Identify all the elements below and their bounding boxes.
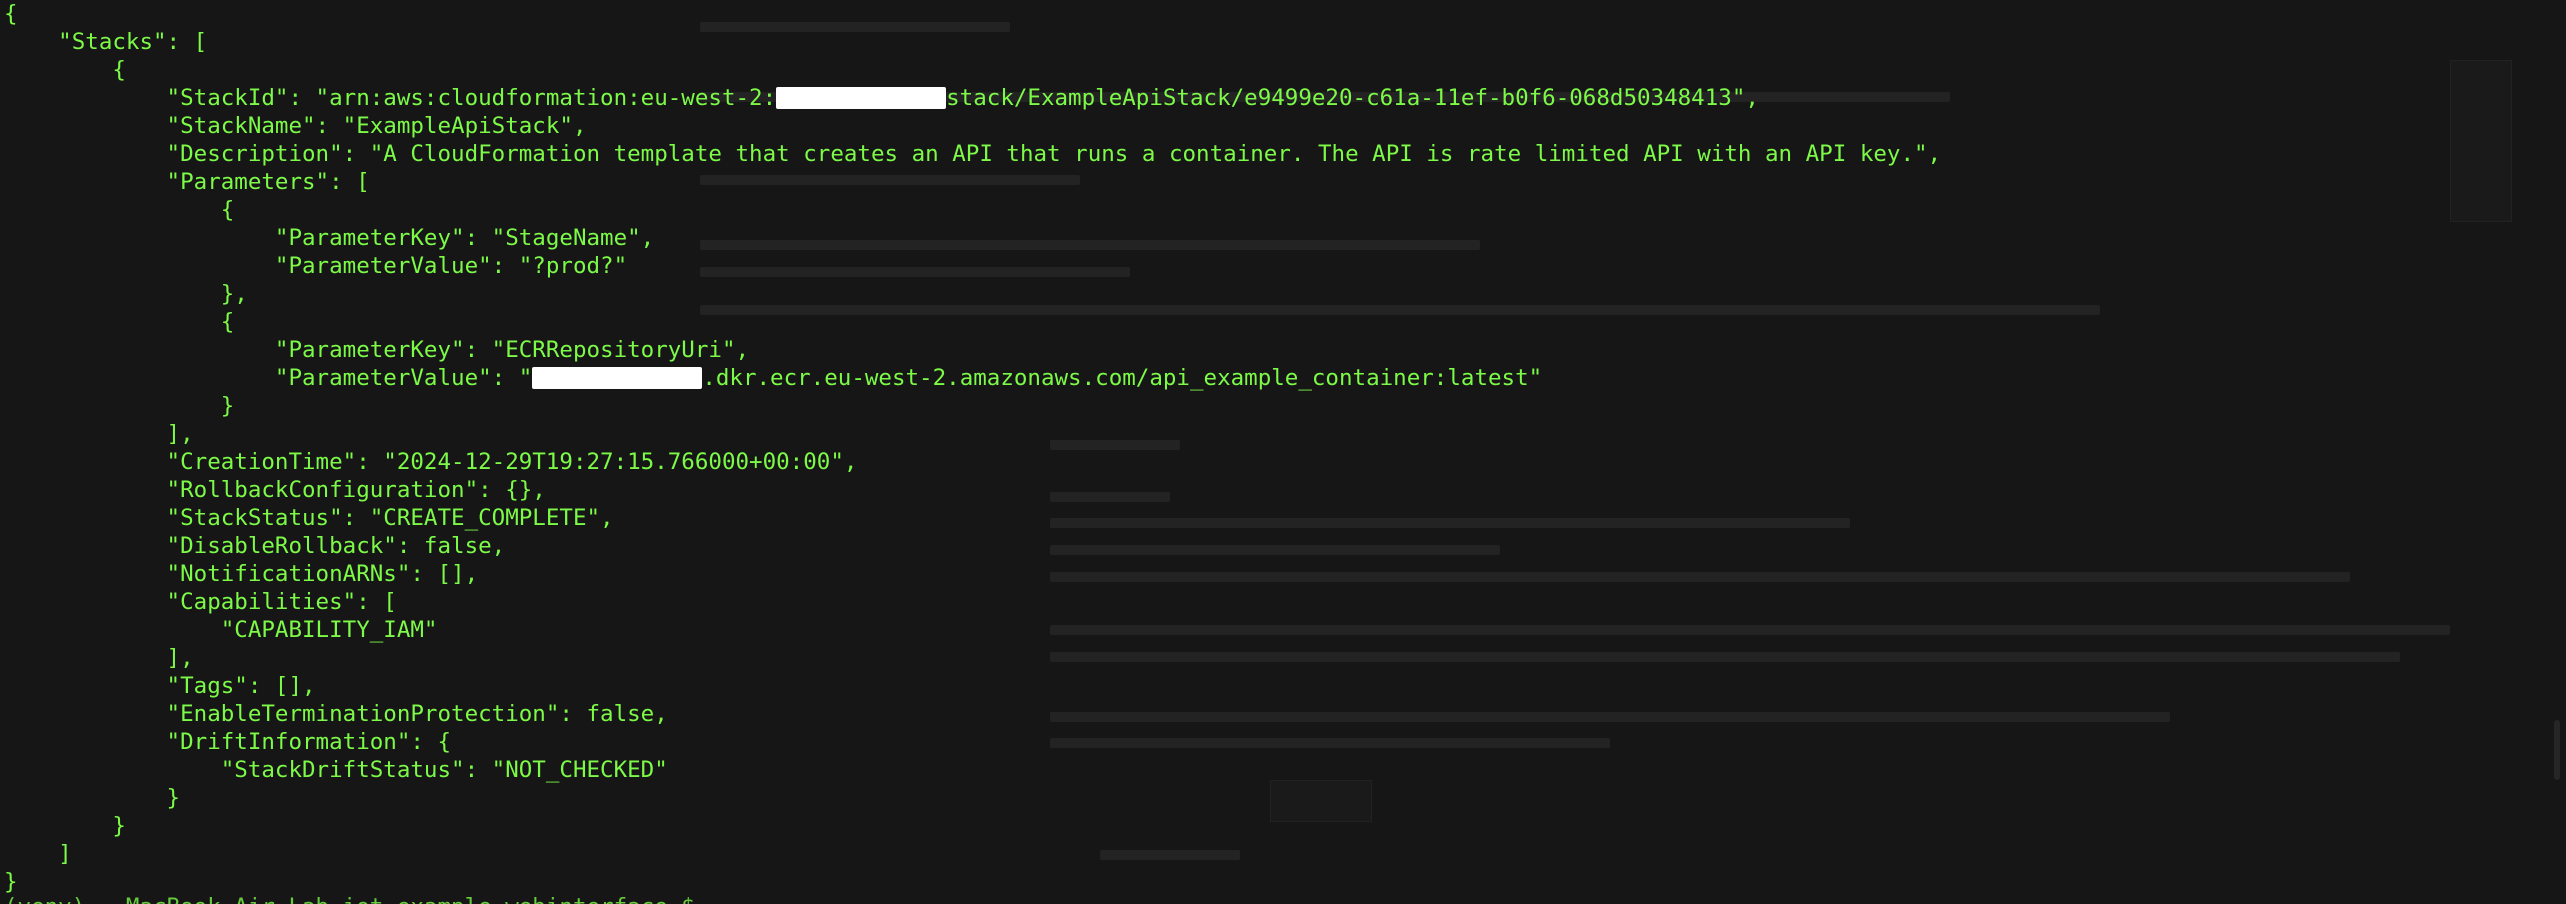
terminal-line: } xyxy=(4,868,1941,896)
terminal-line: "RollbackConfiguration": {}, xyxy=(4,476,1941,504)
terminal-line: "Tags": [], xyxy=(4,672,1941,700)
line-text: "ParameterKey": "StageName", xyxy=(4,225,655,251)
terminal-output: { "Stacks": [ { "StackId": "arn:aws:clou… xyxy=(4,0,1941,896)
line-text-after-redaction: .dkr.ecr.eu-west-2.amazonaws.com/api_exa… xyxy=(702,365,1543,391)
line-text: "Stacks": [ xyxy=(4,29,208,55)
terminal-line: "ParameterKey": "StageName", xyxy=(4,224,1941,252)
terminal-line: "ParameterKey": "ECRRepositoryUri", xyxy=(4,336,1941,364)
terminal-line: "DisableRollback": false, xyxy=(4,532,1941,560)
terminal-line: "NotificationARNs": [], xyxy=(4,560,1941,588)
terminal-line: } xyxy=(4,392,1941,420)
line-text: "RollbackConfiguration": {}, xyxy=(4,477,546,503)
terminal-line: "StackId": "arn:aws:cloudformation:eu-we… xyxy=(4,84,1941,112)
line-text: { xyxy=(4,197,235,223)
line-text: "Capabilities": [ xyxy=(4,589,397,615)
line-text: "ParameterValue": "?prod?" xyxy=(4,253,628,279)
line-text: } xyxy=(4,813,126,839)
redaction-box xyxy=(532,367,703,389)
line-text: "StackStatus": "CREATE_COMPLETE", xyxy=(4,505,614,531)
line-text: } xyxy=(4,785,181,811)
terminal-line: "DriftInformation": { xyxy=(4,728,1941,756)
terminal-line: "EnableTerminationProtection": false, xyxy=(4,700,1941,728)
line-text: { xyxy=(4,309,235,335)
line-text-after-redaction: stack/ExampleApiStack/e9499e20-c61a-11ef… xyxy=(946,85,1759,111)
line-text: ], xyxy=(4,421,194,447)
terminal-line: "CreationTime": "2024-12-29T19:27:15.766… xyxy=(4,448,1941,476)
terminal-line: "StackName": "ExampleApiStack", xyxy=(4,112,1941,140)
terminal-line: { xyxy=(4,308,1941,336)
terminal-line: { xyxy=(4,196,1941,224)
terminal-line: "Capabilities": [ xyxy=(4,588,1941,616)
shell-prompt[interactable]: (venv) ~ MacBook-Air Lab-iot-example-web… xyxy=(4,893,695,904)
terminal-line: } xyxy=(4,812,1941,840)
terminal-line: }, xyxy=(4,280,1941,308)
line-text: "EnableTerminationProtection": false, xyxy=(4,701,668,727)
terminal-line: ] xyxy=(4,840,1941,868)
terminal-line: "Stacks": [ xyxy=(4,28,1941,56)
line-text: "StackDriftStatus": "NOT_CHECKED" xyxy=(4,757,668,783)
line-text: "CAPABILITY_IAM" xyxy=(4,617,438,643)
terminal-line: } xyxy=(4,784,1941,812)
terminal-line: "Parameters": [ xyxy=(4,168,1941,196)
line-text: "ParameterValue": " xyxy=(4,365,533,391)
terminal-line: "CAPABILITY_IAM" xyxy=(4,616,1941,644)
terminal-line: { xyxy=(4,0,1941,28)
terminal-line: "ParameterValue": " .dkr.ecr.eu-west-2.am… xyxy=(4,364,1941,392)
line-text: ], xyxy=(4,645,194,671)
line-text: "Tags": [], xyxy=(4,673,316,699)
line-text: "NotificationARNs": [], xyxy=(4,561,479,587)
terminal-line: "StackStatus": "CREATE_COMPLETE", xyxy=(4,504,1941,532)
line-text: "Parameters": [ xyxy=(4,169,370,195)
line-text: "DriftInformation": { xyxy=(4,729,452,755)
line-text: ] xyxy=(4,841,72,867)
line-text: { xyxy=(4,57,126,83)
line-text: "StackName": "ExampleApiStack", xyxy=(4,113,587,139)
terminal-window[interactable]: { "Stacks": [ { "StackId": "arn:aws:clou… xyxy=(0,0,2566,904)
line-text: } xyxy=(4,869,18,895)
line-text: "ParameterKey": "ECRRepositoryUri", xyxy=(4,337,750,363)
line-text: "Description": "A CloudFormation templat… xyxy=(4,141,1942,167)
terminal-line: "Description": "A CloudFormation templat… xyxy=(4,140,1942,168)
line-text: }, xyxy=(4,281,248,307)
line-text: "DisableRollback": false, xyxy=(4,533,506,559)
line-text: "CreationTime": "2024-12-29T19:27:15.766… xyxy=(4,449,858,475)
line-text: { xyxy=(4,1,18,27)
terminal-line: "StackDriftStatus": "NOT_CHECKED" xyxy=(4,756,1941,784)
terminal-line: "ParameterValue": "?prod?" xyxy=(4,252,1941,280)
line-text: "StackId": "arn:aws:cloudformation:eu-we… xyxy=(4,85,777,111)
terminal-line: ], xyxy=(4,644,1941,672)
terminal-line: { xyxy=(4,56,1941,84)
terminal-line: ], xyxy=(4,420,1941,448)
redaction-box xyxy=(776,87,947,109)
line-text: } xyxy=(4,393,235,419)
